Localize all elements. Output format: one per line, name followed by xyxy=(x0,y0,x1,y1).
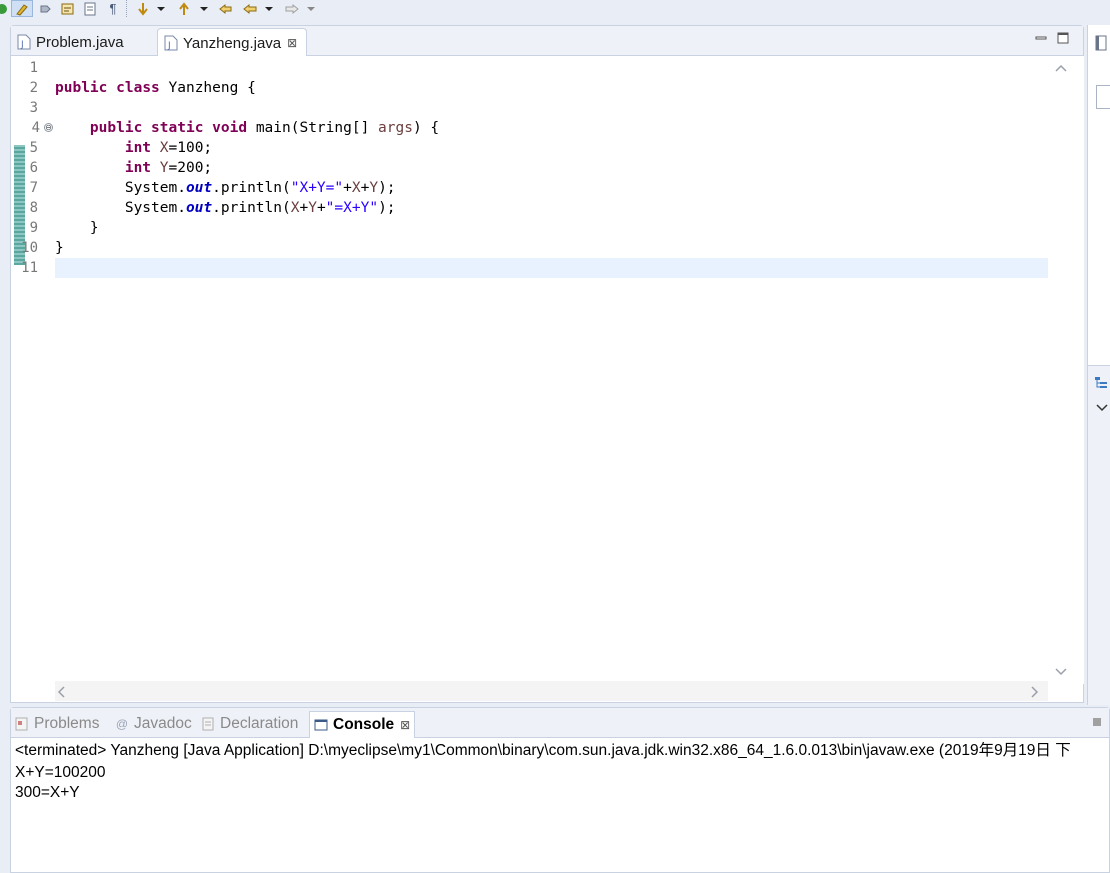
outline-lower-section xyxy=(1088,365,1110,705)
java-file-icon: J xyxy=(17,34,31,50)
outline-view-icon[interactable] xyxy=(1095,35,1107,51)
vertical-scrollbar[interactable] xyxy=(1048,56,1084,684)
code-line: public class Yanzheng { xyxy=(55,80,256,96)
tab-problem-java[interactable]: J Problem.java xyxy=(14,28,156,56)
tab-label: Console xyxy=(333,716,395,733)
tab-label: Problem.java xyxy=(36,33,124,51)
code-line: } xyxy=(55,220,99,236)
filter-input[interactable] xyxy=(1096,85,1110,109)
code-line: int X=100; xyxy=(124,140,213,156)
current-code-line xyxy=(55,258,1048,278)
editor-tab-bar: J Problem.java J Yanzheng.java ⊠ xyxy=(11,26,1083,57)
close-icon[interactable]: ⊠ xyxy=(287,36,297,50)
line-number: 5 xyxy=(29,140,38,156)
line-number: 6 xyxy=(29,160,38,176)
tab-javadoc[interactable]: @ Javadoc xyxy=(115,712,192,736)
scroll-right-icon[interactable] xyxy=(1031,686,1039,698)
console-panel: Problems @ Javadoc Declaration Console ⊠… xyxy=(10,707,1110,873)
tab-console[interactable]: Console ⊠ xyxy=(309,711,416,738)
line-number: 2 xyxy=(29,80,38,96)
line-number: 9 xyxy=(29,220,38,236)
toolbar-separator xyxy=(126,0,128,17)
dropdown-icon[interactable] xyxy=(155,0,167,17)
scroll-up-icon[interactable] xyxy=(1055,64,1067,72)
forward-icon[interactable] xyxy=(283,0,301,17)
console-output-line: X+Y=100200 xyxy=(15,764,106,781)
line-number-gutter: 1 2 3 4 5 6 7 8 9 10 11 xyxy=(12,56,40,684)
tab-label: Declaration xyxy=(220,715,299,732)
line-number: 3 xyxy=(29,100,38,116)
tab-yanzheng-java[interactable]: J Yanzheng.java ⊠ xyxy=(157,28,307,57)
stop-icon[interactable] xyxy=(1092,717,1102,727)
line-number: 1 xyxy=(29,60,38,76)
chevron-down-icon[interactable] xyxy=(1096,404,1108,412)
code-line: public static void main(String[] args) { xyxy=(89,120,440,136)
next-annotation-icon[interactable] xyxy=(134,0,152,17)
dropdown-icon[interactable] xyxy=(263,0,275,17)
pilcrow-icon[interactable]: ¶ xyxy=(106,0,120,17)
close-icon[interactable]: ⊠ xyxy=(400,718,410,732)
scroll-left-icon[interactable] xyxy=(57,686,65,698)
task-icon[interactable] xyxy=(82,0,98,17)
tab-declaration[interactable]: Declaration xyxy=(201,712,298,736)
code-line: int Y=200; xyxy=(124,160,213,176)
editor-panel: J Problem.java J Yanzheng.java ⊠ 1 2 3 4… xyxy=(10,25,1084,703)
declaration-icon xyxy=(202,717,214,731)
collapse-icon[interactable]: ⊖ xyxy=(44,123,53,132)
console-header: <terminated> Yanzheng [Java Application]… xyxy=(15,742,1071,759)
last-edit-icon[interactable] xyxy=(217,0,235,17)
code-line: } xyxy=(55,240,64,256)
line-number: 4 xyxy=(31,120,40,136)
maximize-icon[interactable] xyxy=(1057,32,1069,44)
console-output-line: 300=X+Y xyxy=(15,784,80,801)
java-file-icon: J xyxy=(164,35,178,51)
run-icon[interactable] xyxy=(0,0,8,17)
line-number: 11 xyxy=(21,260,38,276)
prev-annotation-icon[interactable] xyxy=(175,0,193,17)
horizontal-scrollbar[interactable] xyxy=(55,681,1048,701)
code-line: System.out.println(X+Y+"=X+Y"); xyxy=(124,200,396,216)
tab-label: Yanzheng.java xyxy=(183,34,282,52)
dropdown-icon[interactable] xyxy=(198,0,210,17)
back-icon[interactable] xyxy=(241,0,259,17)
minimize-icon[interactable] xyxy=(1035,32,1047,44)
tab-problems[interactable]: Problems xyxy=(15,712,99,736)
code-line: System.out.println("X+Y="+X+Y); xyxy=(124,180,396,196)
outline-panel xyxy=(1087,25,1110,705)
dropdown-icon[interactable] xyxy=(305,0,317,17)
tab-label: Javadoc xyxy=(134,715,192,732)
code-editor[interactable]: public class Yanzheng { public static vo… xyxy=(55,56,1048,684)
problems-icon xyxy=(15,717,28,731)
tab-label: Problems xyxy=(34,715,100,732)
scroll-down-icon[interactable] xyxy=(1055,668,1067,676)
outline-tree-icon[interactable] xyxy=(1094,376,1108,390)
highlight-icon[interactable] xyxy=(11,0,33,17)
line-number: 7 xyxy=(29,180,38,196)
svg-text:J: J xyxy=(20,40,24,50)
console-icon xyxy=(314,719,328,731)
toolbar: ¶ xyxy=(0,0,1110,19)
annotation-icon[interactable] xyxy=(59,0,77,17)
view-tab-bar: Problems @ Javadoc Declaration Console ⊠ xyxy=(11,708,1109,738)
line-number: 10 xyxy=(21,240,38,256)
svg-text:J: J xyxy=(167,41,171,51)
line-number: 8 xyxy=(29,200,38,216)
pin-icon[interactable] xyxy=(37,0,53,17)
at-icon: @ xyxy=(115,717,129,731)
